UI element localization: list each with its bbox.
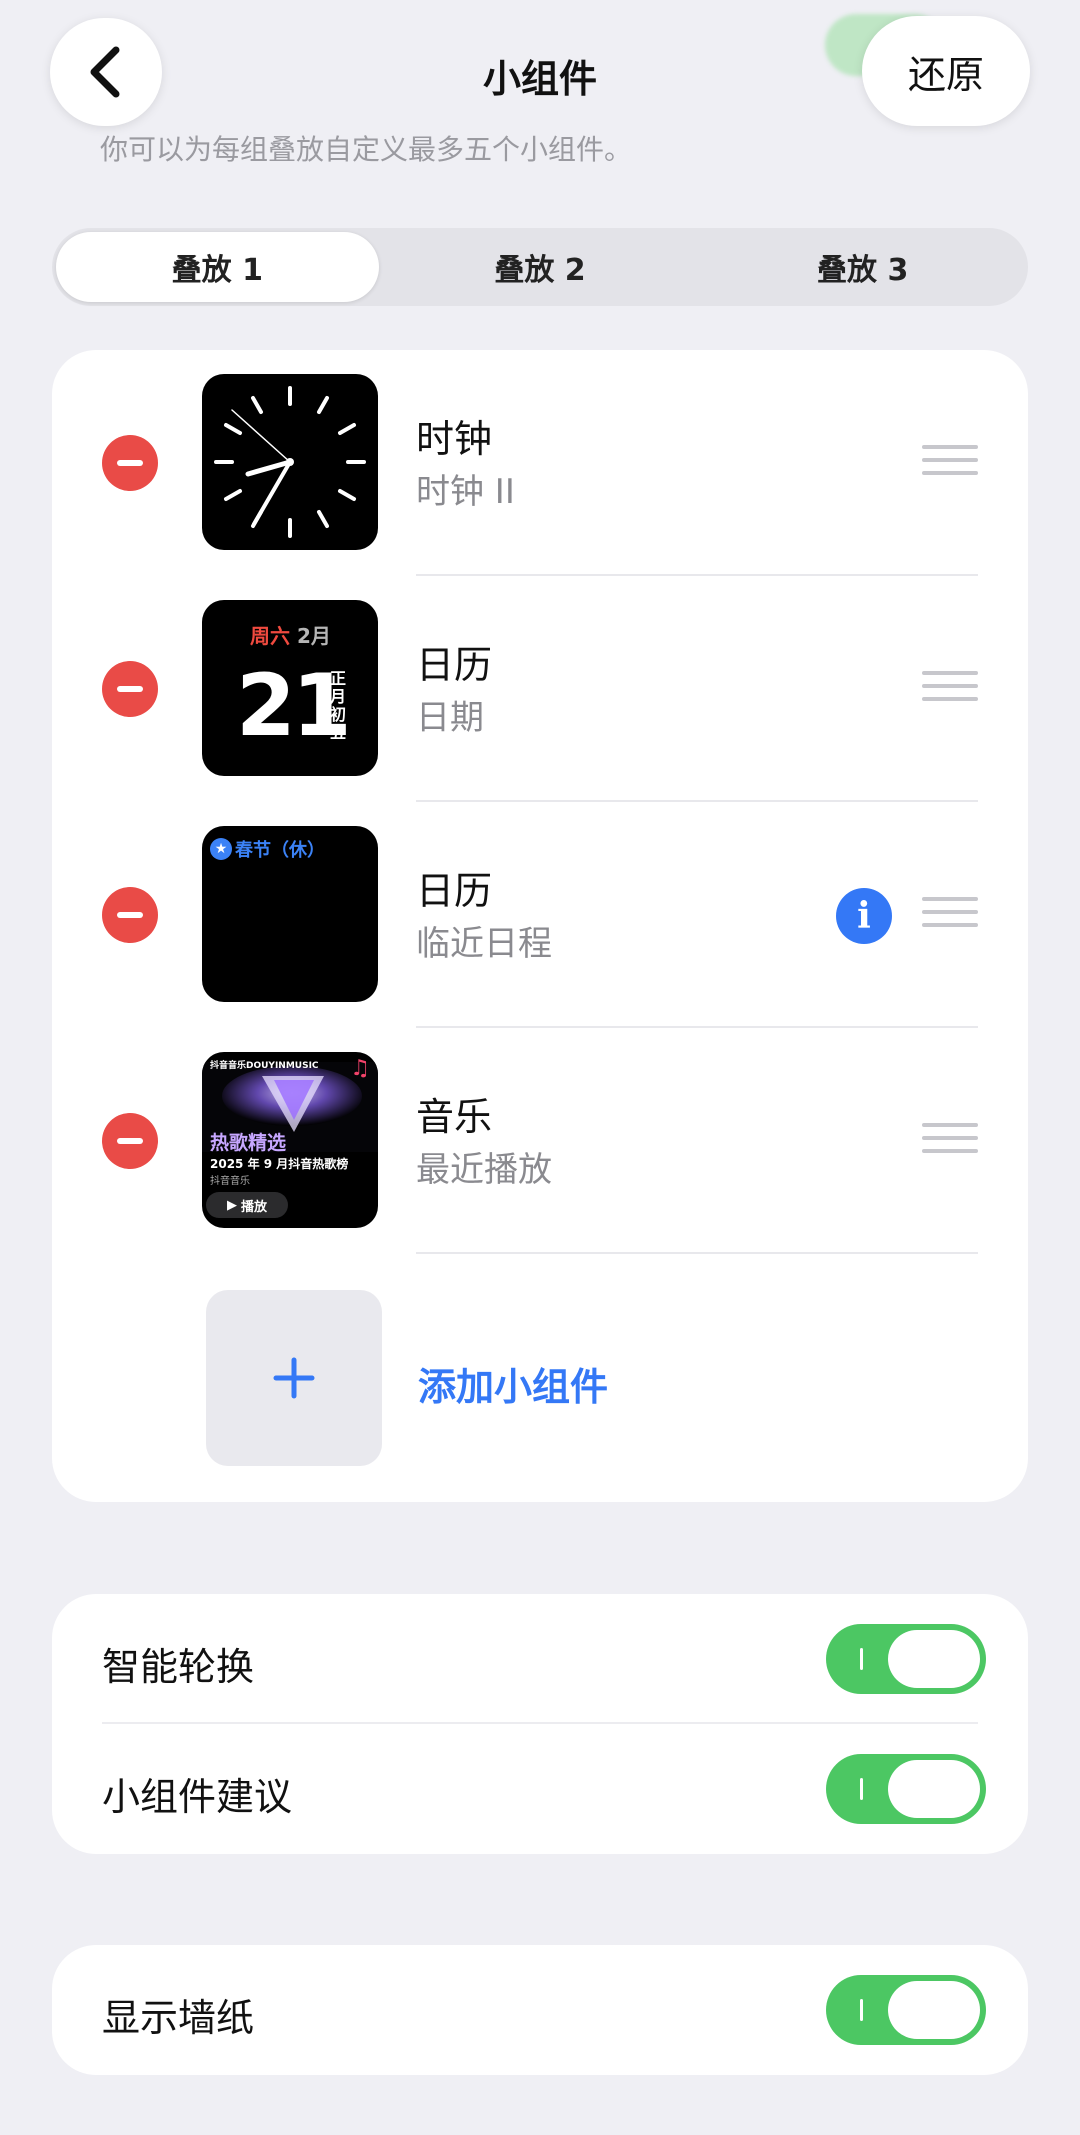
drag-handle-icon[interactable] <box>922 671 978 707</box>
smart-rotate-toggle[interactable] <box>826 1624 986 1694</box>
remove-button[interactable] <box>102 435 158 491</box>
widget-title: 日历 <box>416 869 493 913</box>
play-label: 播放 <box>240 1199 267 1215</box>
stack-segmented-control: 叠放 1 叠放 2 叠放 3 <box>52 228 1028 306</box>
widget-row-clock: 时钟 时钟 II <box>52 350 1028 576</box>
calendar-upcoming-widget-thumbnail: ★ 春节（休） <box>202 826 378 1002</box>
drag-handle-icon[interactable] <box>922 1123 978 1159</box>
calendar-month: 2月 <box>296 624 331 648</box>
clock-widget-thumbnail <box>202 374 378 550</box>
widgets-settings-page: 小组件 还原 你可以为每组叠放自定义最多五个小组件。 叠放 1 叠放 2 叠放 … <box>0 0 1080 2135</box>
play-button: ▶ 播放 <box>206 1192 288 1218</box>
play-icon: ▶ <box>226 1197 237 1213</box>
widget-subtitle: 日期 <box>416 698 484 738</box>
clock-face-icon <box>214 386 366 538</box>
playlist-description: 2025 年 9 月抖音热歌榜 <box>210 1157 349 1171</box>
minus-icon <box>117 460 143 466</box>
widget-suggestions-toggle[interactable] <box>826 1754 986 1824</box>
upcoming-event-label: 春节（休） <box>235 840 325 861</box>
info-icon[interactable]: i <box>836 888 892 944</box>
settings-group-2: 显示墙纸 <box>52 1945 1028 2075</box>
setting-label: 智能轮换 <box>102 1645 255 1689</box>
remove-button[interactable] <box>102 1113 158 1169</box>
minus-icon <box>117 686 143 692</box>
setting-row-widget-suggestions: 小组件建议 <box>52 1724 1028 1854</box>
restore-button[interactable]: 还原 <box>862 16 1030 126</box>
widget-list-card: 时钟 时钟 II 周六 2月 21 正月初五 日历 日期 ★ 春节（休） 日历 … <box>52 350 1028 1502</box>
calendar-weekday: 周六 <box>250 624 290 648</box>
remove-button[interactable] <box>102 661 158 717</box>
drag-handle-icon[interactable] <box>922 897 978 933</box>
widget-row-music: 抖音音乐DOUYINMUSIC ♫ 热歌精选 2025 年 9 月抖音热歌榜 抖… <box>52 1028 1028 1254</box>
minus-icon <box>117 912 143 918</box>
playlist-title: 热歌精选 <box>210 1132 287 1154</box>
plus-icon <box>273 1357 315 1399</box>
calendar-header: 周六 2月 <box>250 620 331 649</box>
setting-row-show-wallpaper: 显示墙纸 <box>52 1945 1028 2075</box>
widget-title: 音乐 <box>416 1095 493 1139</box>
music-widget-thumbnail: 抖音音乐DOUYINMUSIC ♫ 热歌精选 2025 年 9 月抖音热歌榜 抖… <box>202 1052 378 1228</box>
add-widget-button[interactable]: 添加小组件 <box>418 1356 608 1411</box>
remove-button[interactable] <box>102 887 158 943</box>
settings-group-1: 智能轮换 小组件建议 <box>52 1594 1028 1854</box>
row-divider <box>416 1252 978 1254</box>
playlist-curator: 抖音音乐 <box>210 1176 250 1187</box>
minus-icon <box>117 1138 143 1144</box>
tab-stack-1[interactable]: 叠放 1 <box>56 232 379 302</box>
widget-subtitle: 最近播放 <box>416 1150 552 1190</box>
show-wallpaper-toggle[interactable] <box>826 1975 986 2045</box>
widget-title: 日历 <box>416 643 493 687</box>
setting-row-smart-rotate: 智能轮换 <box>52 1594 1028 1724</box>
widget-title: 时钟 <box>416 417 493 461</box>
tab-stack-2[interactable]: 叠放 2 <box>379 232 702 302</box>
nav-header: 小组件 还原 你可以为每组叠放自定义最多五个小组件。 <box>0 0 1080 190</box>
widget-row-calendar-upcoming: ★ 春节（休） 日历 临近日程 i <box>52 802 1028 1028</box>
add-widget-tile[interactable] <box>206 1290 382 1466</box>
setting-label: 显示墙纸 <box>102 1996 255 2040</box>
drag-handle-icon[interactable] <box>922 445 978 481</box>
widget-row-calendar-date: 周六 2月 21 正月初五 日历 日期 <box>52 576 1028 802</box>
star-icon: ★ <box>210 838 232 860</box>
calendar-lunar-date: 正月初五 <box>329 669 346 742</box>
setting-label: 小组件建议 <box>102 1775 293 1819</box>
music-note-icon: ♫ <box>350 1056 370 1081</box>
page-subtitle: 你可以为每组叠放自定义最多五个小组件。 <box>100 133 633 166</box>
calendar-date-widget-thumbnail: 周六 2月 21 正月初五 <box>202 600 378 776</box>
widget-subtitle: 临近日程 <box>416 924 552 964</box>
music-source-label: 抖音音乐DOUYINMUSIC <box>210 1061 319 1071</box>
tab-stack-3[interactable]: 叠放 3 <box>701 232 1024 302</box>
widget-subtitle: 时钟 II <box>416 472 515 512</box>
